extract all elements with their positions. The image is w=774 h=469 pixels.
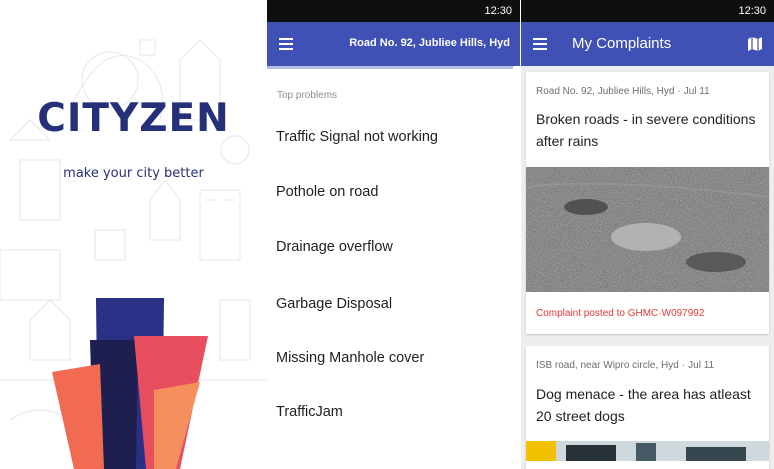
status-time: 12:30 <box>484 5 512 17</box>
progress-bar <box>267 66 513 69</box>
problem-item-drainage[interactable]: Drainage overflow <box>276 239 393 255</box>
complaint-title: Broken roads - in severe conditions afte… <box>536 111 756 149</box>
complaint-title: Dog menace - the area has atleast 20 str… <box>536 386 751 424</box>
complaint-photo <box>526 167 769 292</box>
status-time: 12:30 <box>738 5 766 17</box>
complaint-location: Road No. 92, Jubliee Hills, Hyd <box>536 86 675 97</box>
problem-item-traffic-jam[interactable]: TrafficJam <box>276 404 343 420</box>
menu-icon[interactable] <box>279 38 293 50</box>
complaint-status-text: Complaint posted to GHMC <box>536 308 659 319</box>
complaint-meta: ISB road, near Wipro circle, Hyd · Jul 11 <box>536 360 715 371</box>
complaint-location: ISB road, near Wipro circle, Hyd <box>536 360 679 371</box>
problem-item-traffic-signal[interactable]: Traffic Signal not working <box>276 129 438 145</box>
app-logo: CITYZEN <box>37 96 230 141</box>
problems-screen: 12:30 Road No. 92, Jubliee Hills, Hyd To… <box>267 0 520 469</box>
map-icon[interactable] <box>747 36 763 52</box>
complaint-photo <box>526 441 769 461</box>
city-skyline-logo-graphic <box>52 298 208 469</box>
complaint-date: Jul 11 <box>683 86 710 97</box>
menu-icon[interactable] <box>533 38 547 50</box>
tagline: make your city better <box>63 166 204 181</box>
problem-item-garbage[interactable]: Garbage Disposal <box>276 296 392 312</box>
app-bar: My Complaints <box>521 22 774 66</box>
splash-screen: CITYZEN make your city better <box>0 0 267 469</box>
problem-item-pothole[interactable]: Pothole on road <box>276 184 378 200</box>
status-bar: 12:30 <box>521 0 774 22</box>
status-bar: 12:30 <box>267 0 520 22</box>
app-bar: Road No. 92, Jubliee Hills, Hyd <box>267 22 520 66</box>
complaint-card[interactable]: ISB road, near Wipro circle, Hyd · Jul 11 … <box>526 346 769 469</box>
complaint-id: W097992 <box>661 308 705 319</box>
problem-item-manhole[interactable]: Missing Manhole cover <box>276 350 424 366</box>
section-label: Top problems <box>277 90 338 101</box>
complaint-status: Complaint posted to GHMC·W097992 <box>536 308 705 319</box>
complaints-screen: 12:30 My Complaints Road No. 92, Jubliee… <box>521 0 774 469</box>
complaint-meta: Road No. 92, Jubliee Hills, Hyd · Jul 11 <box>536 86 710 97</box>
skyline-bar <box>52 364 104 469</box>
complaint-date: Jul 11 <box>688 360 715 371</box>
location-title: Road No. 92, Jubliee Hills, Hyd <box>349 37 510 49</box>
complaint-card[interactable]: Road No. 92, Jubliee Hills, Hyd · Jul 11 B… <box>526 72 769 334</box>
skyline-bar <box>154 382 200 469</box>
screen-title: My Complaints <box>572 35 672 52</box>
